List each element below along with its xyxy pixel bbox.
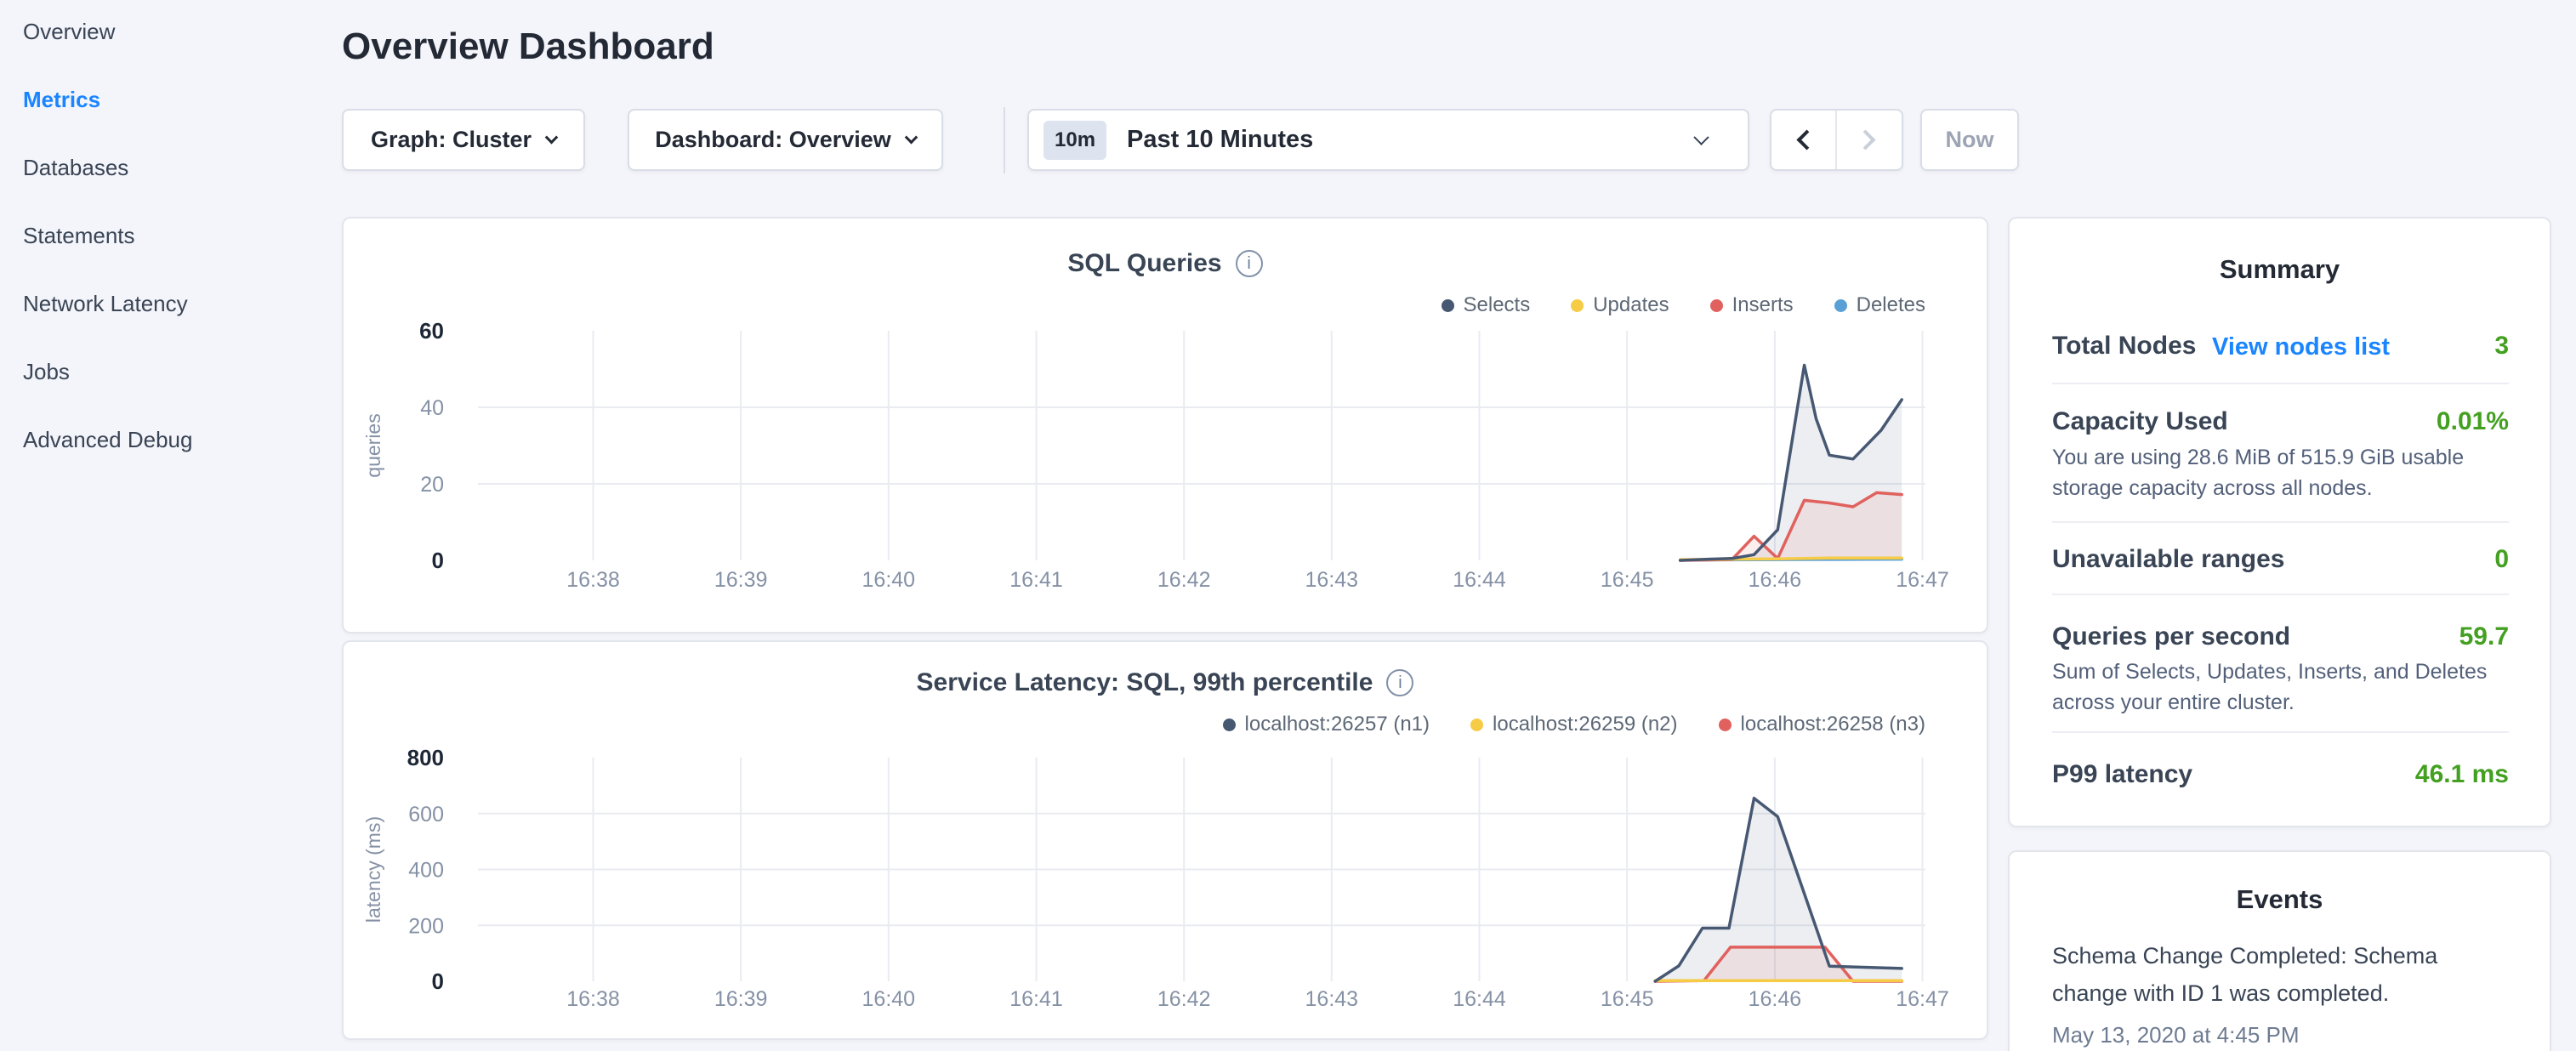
svg-text:16:46: 16:46 bbox=[1749, 568, 1802, 592]
summary-heading: Summary bbox=[2010, 254, 2550, 285]
dashboard-dropdown-label: Dashboard: Overview bbox=[655, 127, 891, 153]
total-nodes-value: 3 bbox=[2494, 332, 2509, 361]
time-pager bbox=[1770, 109, 1903, 171]
dashboard-dropdown[interactable]: Dashboard: Overview bbox=[628, 109, 943, 171]
page-title: Overview Dashboard bbox=[342, 26, 714, 68]
svg-text:16:38: 16:38 bbox=[566, 987, 620, 1011]
svg-text:400: 400 bbox=[408, 859, 444, 883]
event-timestamp: May 13, 2020 at 4:45 PM bbox=[2052, 1017, 2465, 1051]
qps-label: Queries per second bbox=[2052, 622, 2290, 651]
graph-dropdown-label: Graph: Cluster bbox=[371, 127, 532, 153]
events-heading: Events bbox=[2010, 884, 2550, 915]
svg-text:20: 20 bbox=[420, 473, 444, 497]
svg-text:16:42: 16:42 bbox=[1157, 568, 1211, 592]
svg-text:0: 0 bbox=[432, 548, 444, 573]
total-nodes-label: Total Nodes bbox=[2052, 332, 2196, 361]
view-nodes-list-link[interactable]: View nodes list bbox=[2212, 333, 2390, 361]
graph-dropdown[interactable]: Graph: Cluster bbox=[342, 109, 585, 171]
svg-text:16:39: 16:39 bbox=[714, 568, 768, 592]
chevron-down-icon bbox=[545, 131, 559, 145]
time-window-badge: 10m bbox=[1043, 121, 1106, 160]
divider bbox=[2052, 594, 2509, 595]
p99-latency-value: 46.1 ms bbox=[2415, 760, 2509, 789]
svg-text:60: 60 bbox=[419, 318, 444, 344]
sidebar-item-metrics[interactable]: Metrics bbox=[23, 65, 304, 134]
sidebar-item-statements[interactable]: Statements bbox=[23, 202, 304, 270]
unavailable-ranges-label: Unavailable ranges bbox=[2052, 545, 2284, 574]
svg-text:16:38: 16:38 bbox=[566, 568, 620, 592]
svg-text:16:44: 16:44 bbox=[1453, 568, 1506, 592]
sql-queries-chart-card: SQL Queries i SelectsUpdatesInsertsDelet… bbox=[342, 217, 1988, 633]
time-window-dropdown[interactable]: 10m Past 10 Minutes bbox=[1027, 109, 1749, 171]
chevron-left-icon bbox=[1796, 129, 1817, 150]
svg-text:latency (ms): latency (ms) bbox=[362, 816, 384, 923]
unavailable-ranges-value: 0 bbox=[2494, 545, 2509, 574]
svg-text:200: 200 bbox=[408, 914, 444, 938]
svg-text:800: 800 bbox=[407, 745, 444, 770]
summary-panel: Summary Total Nodes View nodes list 3 Ca… bbox=[2008, 217, 2551, 827]
svg-text:16:43: 16:43 bbox=[1305, 987, 1359, 1011]
divider bbox=[2052, 383, 2509, 384]
svg-text:16:41: 16:41 bbox=[1009, 568, 1063, 592]
capacity-used-description: You are using 28.6 MiB of 515.9 GiB usab… bbox=[2052, 443, 2516, 503]
db-console-metrics-page: OverviewMetricsDatabasesStatementsNetwor… bbox=[0, 0, 2576, 1051]
divider bbox=[2052, 521, 2509, 523]
svg-text:16:39: 16:39 bbox=[714, 987, 768, 1011]
sql-queries-chart-plot[interactable]: 16:38 16:39 16:40 16:41 16:42 16:43 16:44 16:45… bbox=[344, 219, 1990, 635]
sidebar-item-network-latency[interactable]: Network Latency bbox=[23, 270, 304, 338]
svg-text:queries: queries bbox=[362, 413, 384, 477]
svg-text:16:44: 16:44 bbox=[1453, 987, 1506, 1011]
svg-text:600: 600 bbox=[408, 803, 444, 827]
capacity-used-value: 0.01% bbox=[2437, 407, 2509, 436]
svg-text:0: 0 bbox=[432, 969, 444, 994]
svg-text:40: 40 bbox=[420, 396, 444, 420]
events-panel: Events Schema Change Completed: Schema c… bbox=[2008, 850, 2551, 1051]
svg-text:16:40: 16:40 bbox=[862, 568, 916, 592]
svg-text:16:45: 16:45 bbox=[1601, 987, 1654, 1011]
service-latency-chart-card: Service Latency: SQL, 99th percentile i … bbox=[342, 640, 1988, 1040]
svg-text:16:43: 16:43 bbox=[1305, 568, 1359, 592]
svg-text:16:46: 16:46 bbox=[1749, 987, 1802, 1011]
svg-text:16:41: 16:41 bbox=[1009, 987, 1063, 1011]
chevron-down-icon bbox=[905, 131, 918, 145]
time-back-button[interactable] bbox=[1771, 111, 1837, 169]
time-forward-button[interactable] bbox=[1837, 111, 1902, 169]
svg-text:16:40: 16:40 bbox=[862, 987, 916, 1011]
toolbar-divider bbox=[1004, 107, 1005, 173]
chevron-down-icon bbox=[1693, 129, 1709, 145]
p99-latency-label: P99 latency bbox=[2052, 760, 2192, 789]
sidebar-item-overview[interactable]: Overview bbox=[23, 0, 304, 65]
qps-description: Sum of Selects, Updates, Inserts, and De… bbox=[2052, 657, 2516, 718]
chevron-right-icon bbox=[1856, 129, 1876, 150]
time-window-label: Past 10 Minutes bbox=[1127, 126, 1313, 154]
capacity-used-label: Capacity Used bbox=[2052, 407, 2228, 436]
toolbar: Graph: Cluster Dashboard: Overview 10m P… bbox=[342, 109, 2026, 171]
sidebar-item-databases[interactable]: Databases bbox=[23, 134, 304, 202]
svg-text:16:47: 16:47 bbox=[1896, 987, 1949, 1011]
event-item[interactable]: Schema Change Completed: Schema change w… bbox=[2052, 937, 2465, 1051]
divider bbox=[2052, 731, 2509, 733]
sidebar-item-jobs[interactable]: Jobs bbox=[23, 338, 304, 406]
event-text: Schema Change Completed: Schema change w… bbox=[2052, 937, 2465, 1012]
svg-text:16:45: 16:45 bbox=[1601, 568, 1654, 592]
svg-text:16:42: 16:42 bbox=[1157, 987, 1211, 1011]
qps-value: 59.7 bbox=[2459, 622, 2509, 651]
sidebar-item-advanced-debug[interactable]: Advanced Debug bbox=[23, 406, 304, 474]
now-button[interactable]: Now bbox=[1920, 109, 2019, 171]
sidebar: OverviewMetricsDatabasesStatementsNetwor… bbox=[23, 0, 304, 474]
service-latency-chart-plot[interactable]: 16:38 16:39 16:40 16:41 16:42 16:43 16:44 16:45… bbox=[344, 642, 1990, 1042]
svg-text:16:47: 16:47 bbox=[1896, 568, 1949, 592]
